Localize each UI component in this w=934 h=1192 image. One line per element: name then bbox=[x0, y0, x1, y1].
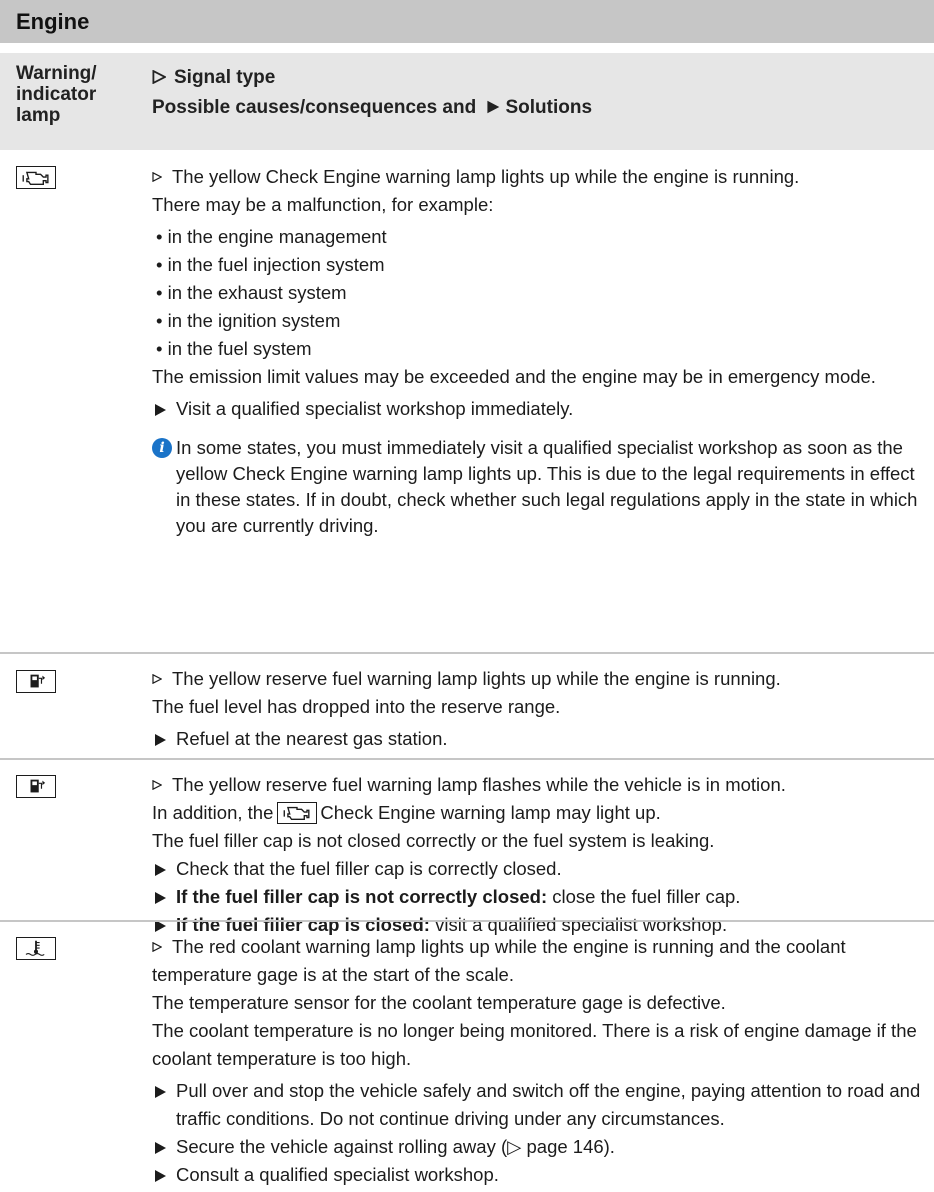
check-engine-icon bbox=[16, 166, 56, 189]
signal-text: The yellow reserve fuel warning lamp fla… bbox=[152, 771, 922, 799]
row-divider bbox=[0, 652, 934, 654]
signal-triangle-icon bbox=[152, 674, 162, 684]
signal-text: The yellow reserve fuel warning lamp lig… bbox=[152, 665, 922, 693]
row-reserve-fuel: The yellow reserve fuel warning lamp lig… bbox=[152, 665, 922, 753]
list-item: • in the fuel system bbox=[156, 338, 312, 359]
row-coolant: The red coolant warning lamp lights up w… bbox=[152, 933, 922, 1189]
table-header: Warning/ indicator lamp Signal type Poss… bbox=[0, 53, 934, 150]
list-item: • in the engine management bbox=[156, 226, 387, 247]
check-engine-icon bbox=[277, 802, 318, 824]
header-description-column: Signal type Possible causes/consequences… bbox=[152, 63, 912, 123]
header-causes-solutions: Possible causes/consequences and Solutio… bbox=[152, 97, 593, 118]
coolant-temperature-icon bbox=[16, 937, 56, 960]
fuel-pump-icon bbox=[16, 775, 56, 798]
action-item: If the fuel filler cap is not correctly … bbox=[152, 883, 922, 911]
addition-text: In addition, the Check Engine warning lam… bbox=[152, 802, 661, 824]
action-item: Pull over and stop the vehicle safely an… bbox=[152, 1077, 922, 1133]
action-item: Visit a qualified specialist workshop im… bbox=[152, 395, 922, 423]
header-lamp-column: Warning/ indicator lamp bbox=[16, 63, 97, 126]
list-item: • in the ignition system bbox=[156, 310, 341, 331]
header-signal-type: Signal type bbox=[152, 63, 912, 93]
info-note: i In some states, you must immediately vi… bbox=[152, 435, 922, 539]
row-divider bbox=[0, 920, 934, 922]
row-divider bbox=[0, 758, 934, 760]
signal-triangle-icon bbox=[152, 942, 162, 952]
info-icon: i bbox=[152, 438, 172, 458]
action-item: Check that the fuel filler cap is correc… bbox=[152, 855, 922, 883]
action-item: Secure the vehicle against rolling away … bbox=[152, 1133, 922, 1161]
consequence-text: The emission limit values may be exceede… bbox=[152, 366, 876, 387]
cause-text: The temperature sensor for the coolant t… bbox=[152, 992, 726, 1013]
solution-arrow-icon bbox=[487, 100, 500, 114]
action-item: Consult a qualified specialist workshop. bbox=[152, 1161, 922, 1189]
row-fuel-flashing: The yellow reserve fuel warning lamp fla… bbox=[152, 771, 922, 939]
signal-text: The yellow Check Engine warning lamp lig… bbox=[152, 163, 922, 191]
section-title: Engine bbox=[0, 0, 934, 43]
signal-text: The red coolant warning lamp lights up w… bbox=[152, 936, 846, 985]
cause-text: The coolant temperature is no longer bei… bbox=[152, 1020, 917, 1069]
action-item: Refuel at the nearest gas station. bbox=[152, 725, 922, 753]
cause-intro: There may be a malfunction, for example: bbox=[152, 194, 494, 215]
fuel-pump-icon bbox=[16, 670, 56, 693]
cause-text: The fuel level has dropped into the rese… bbox=[152, 696, 561, 717]
row-check-engine: The yellow Check Engine warning lamp lig… bbox=[152, 163, 922, 539]
cause-text: The fuel filler cap is not closed correc… bbox=[152, 830, 715, 851]
signal-triangle-icon bbox=[152, 780, 162, 790]
list-item: • in the fuel injection system bbox=[156, 254, 385, 275]
signal-triangle-icon bbox=[152, 172, 162, 182]
signal-triangle-icon bbox=[152, 70, 166, 84]
list-item: • in the exhaust system bbox=[156, 282, 347, 303]
